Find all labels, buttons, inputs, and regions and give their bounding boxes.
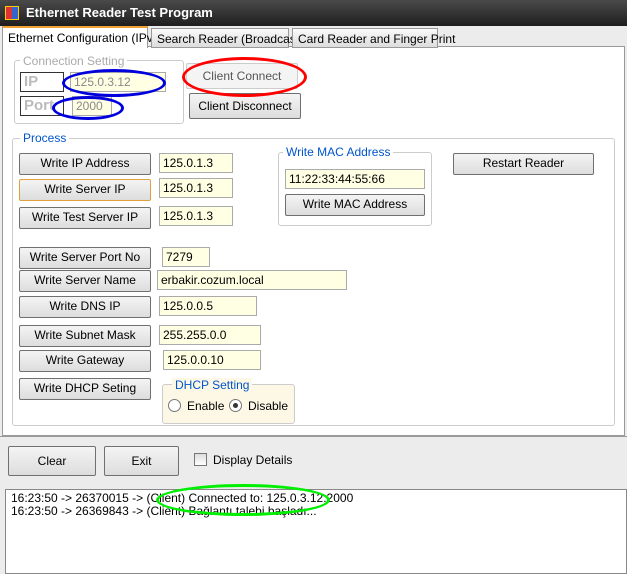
gateway-input[interactable]: 125.0.0.10	[163, 350, 261, 370]
dns-ip-input[interactable]: 125.0.0.5	[159, 296, 257, 316]
write-server-ip-button[interactable]: Write Server IP	[19, 179, 151, 201]
client-disconnect-button[interactable]: Client Disconnect	[189, 93, 301, 119]
disable-radio[interactable]	[229, 399, 242, 412]
subnet-mask-input[interactable]: 255.255.0.0	[159, 325, 261, 345]
dhcp-group-label: DHCP Setting	[172, 378, 253, 392]
clear-button[interactable]: Clear	[8, 446, 96, 476]
enable-label: Enable	[187, 399, 225, 413]
window-title: Ethernet Reader Test Program	[26, 5, 213, 20]
tab-search-reader[interactable]: Search Reader (Broadcast)	[151, 28, 303, 48]
mac-group-label: Write MAC Address	[283, 145, 394, 159]
write-ip-address-button[interactable]: Write IP Address	[19, 153, 151, 175]
display-details-label: Display Details	[213, 453, 293, 467]
title-bar: Ethernet Reader Test Program	[0, 0, 627, 26]
enable-radio[interactable]	[168, 399, 181, 412]
write-gateway-button[interactable]: Write Gateway	[19, 350, 151, 372]
write-test-server-ip-button[interactable]: Write Test Server IP	[19, 207, 151, 229]
tab-ethernet-config[interactable]: Ethernet Configuration (IPv4)	[2, 26, 163, 48]
write-dhcp-button[interactable]: Write DHCP Seting	[19, 378, 151, 400]
ip-label: IP	[20, 72, 64, 92]
write-subnet-mask-button[interactable]: Write Subnet Mask	[19, 325, 151, 347]
server-ip-input[interactable]: 125.0.1.3	[159, 178, 233, 198]
write-server-name-button[interactable]: Write Server Name	[19, 270, 151, 292]
port-input[interactable]: 2000	[72, 96, 112, 116]
test-server-ip-input[interactable]: 125.0.1.3	[159, 206, 233, 226]
port-label: Port	[20, 96, 64, 116]
server-name-input[interactable]: erbakir.cozum.local	[157, 270, 347, 290]
write-dns-ip-button[interactable]: Write DNS IP	[19, 296, 151, 318]
disable-label: Disable	[248, 399, 289, 413]
tab-card-reader[interactable]: Card Reader and Finger Print	[292, 28, 455, 48]
process-label: Process	[20, 131, 70, 145]
log-box[interactable]: 16:23:50 -> 26370015 -> (Client) Connect…	[5, 489, 627, 574]
server-port-input[interactable]: 7279	[162, 247, 210, 267]
divider	[0, 436, 627, 437]
log-line: 16:23:50 -> 26369843 -> (Client) Bağlant…	[11, 504, 317, 518]
display-details-checkbox[interactable]	[194, 453, 207, 466]
client-connect-button[interactable]: Client Connect	[186, 63, 298, 89]
write-server-port-button[interactable]: Write Server Port No	[19, 247, 151, 269]
app-icon	[5, 6, 19, 20]
mac-address-input[interactable]: 11:22:33:44:55:66	[285, 169, 425, 189]
ip-address-input[interactable]: 125.0.1.3	[159, 153, 233, 173]
restart-reader-button[interactable]: Restart Reader	[453, 153, 594, 175]
write-mac-address-button[interactable]: Write MAC Address	[285, 194, 425, 216]
exit-button[interactable]: Exit	[104, 446, 179, 476]
connection-setting-label: Connection Setting	[20, 54, 128, 68]
ip-input[interactable]: 125.0.3.12	[70, 72, 166, 92]
